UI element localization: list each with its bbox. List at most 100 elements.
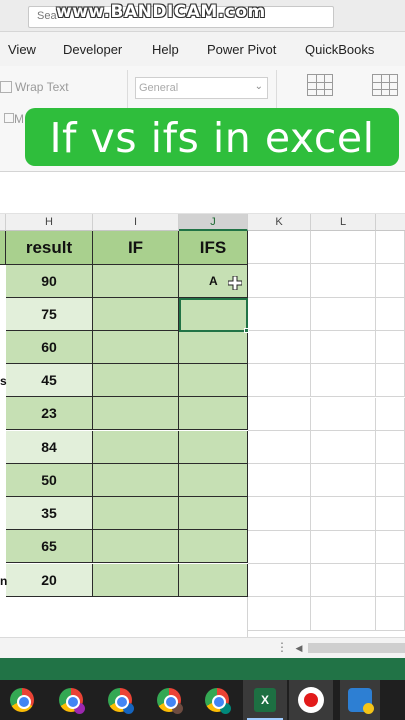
app-icon[interactable] [348, 688, 374, 714]
empty-cell[interactable] [248, 297, 311, 331]
empty-cell[interactable] [376, 597, 405, 631]
result-cell[interactable]: 35 [6, 497, 93, 530]
chrome-profile-icon[interactable] [157, 688, 183, 714]
empty-cell[interactable] [248, 397, 311, 431]
empty-cell[interactable] [376, 297, 405, 331]
empty-cell[interactable] [248, 464, 311, 498]
empty-cell[interactable] [0, 597, 248, 637]
chrome-profile-icon[interactable] [59, 688, 85, 714]
result-cell[interactable]: 90 [6, 265, 93, 298]
empty-cell[interactable] [376, 464, 405, 498]
bandicam-record-icon[interactable] [298, 687, 324, 713]
empty-cell[interactable] [311, 231, 376, 265]
column-header-i[interactable]: I [93, 214, 179, 231]
fill-handle[interactable] [244, 328, 249, 333]
empty-cell[interactable] [248, 264, 311, 298]
merge-icon[interactable] [4, 113, 14, 123]
empty-cell[interactable] [248, 597, 311, 631]
horizontal-scrollbar[interactable]: ⋮ ◀ [0, 637, 405, 658]
empty-cell[interactable] [311, 530, 376, 564]
ifs-cell[interactable] [179, 530, 248, 563]
empty-cell[interactable] [248, 530, 311, 564]
empty-cell[interactable] [376, 497, 405, 531]
empty-cell[interactable] [311, 297, 376, 331]
if-cell[interactable] [93, 530, 179, 563]
empty-cell[interactable] [311, 330, 376, 365]
number-format-select[interactable]: General ⌄ [135, 77, 268, 99]
result-cell[interactable]: 20 [6, 564, 93, 597]
result-cell[interactable]: 65 [6, 530, 93, 563]
column-header-h[interactable]: H [6, 214, 93, 231]
chrome-profile-icon[interactable] [108, 688, 134, 714]
formula-bar[interactable] [0, 172, 405, 214]
ifs-cell[interactable] [179, 397, 248, 430]
empty-cell[interactable] [376, 231, 405, 265]
if-cell[interactable] [93, 265, 179, 298]
active-cell-selection[interactable] [179, 298, 248, 332]
format-as-table-icon[interactable] [372, 74, 398, 96]
empty-cell[interactable] [248, 430, 311, 465]
scroll-left-icon[interactable]: ◀ [292, 641, 306, 655]
empty-cell[interactable] [248, 497, 311, 531]
empty-cell[interactable] [376, 530, 405, 564]
if-cell[interactable] [93, 431, 179, 464]
empty-cell[interactable] [376, 330, 405, 365]
empty-cell[interactable] [311, 464, 376, 498]
empty-cell[interactable] [376, 397, 405, 431]
empty-cell[interactable] [311, 264, 376, 298]
excel-icon[interactable]: X [254, 688, 276, 712]
empty-cell[interactable] [311, 430, 376, 465]
if-cell[interactable] [93, 464, 179, 497]
empty-cell[interactable] [376, 364, 405, 398]
ifs-cell[interactable] [179, 431, 248, 464]
title-bar: Sea www.BANDICAM.com [0, 0, 405, 32]
empty-cell[interactable] [311, 364, 376, 398]
column-header-l[interactable]: L [311, 214, 376, 231]
empty-cell[interactable] [376, 564, 405, 598]
result-cell[interactable]: 50 [6, 464, 93, 497]
empty-cell[interactable] [311, 564, 376, 598]
conditional-formatting-icon[interactable] [307, 74, 333, 96]
empty-cell[interactable] [248, 330, 311, 365]
more-options-icon[interactable]: ⋮ [276, 640, 288, 654]
if-cell[interactable] [93, 331, 179, 364]
column-header-j[interactable]: J [179, 214, 248, 231]
tab-power-pivot[interactable]: Power Pivot [207, 42, 276, 57]
ifs-cell[interactable] [179, 364, 248, 397]
empty-cell[interactable] [311, 597, 376, 631]
empty-cell[interactable] [248, 564, 311, 598]
scroll-thumb[interactable] [308, 643, 405, 653]
empty-cell[interactable] [376, 264, 405, 298]
result-cell[interactable]: 84 [6, 431, 93, 464]
wrap-text-button[interactable]: Wrap Text [0, 80, 69, 94]
if-cell[interactable] [93, 397, 179, 430]
header-cell-ifs[interactable]: IFS [179, 231, 248, 265]
result-cell[interactable]: 75 [6, 298, 93, 331]
ifs-cell[interactable] [179, 464, 248, 497]
result-cell[interactable]: 23 [6, 397, 93, 430]
tab-help[interactable]: Help [152, 42, 179, 57]
empty-cell[interactable] [311, 397, 376, 431]
if-cell[interactable] [93, 497, 179, 530]
tab-developer[interactable]: Developer [63, 42, 122, 57]
result-cell[interactable]: 45 [6, 364, 93, 397]
chrome-profile-icon[interactable] [205, 688, 231, 714]
column-header-m[interactable] [376, 214, 405, 231]
ifs-cell[interactable] [179, 497, 248, 530]
result-cell[interactable]: 60 [6, 331, 93, 364]
chrome-icon[interactable] [10, 688, 34, 712]
header-cell-if[interactable]: IF [93, 231, 179, 265]
ifs-cell[interactable] [179, 564, 248, 597]
empty-cell[interactable] [311, 497, 376, 531]
empty-cell[interactable] [248, 231, 311, 265]
ifs-cell[interactable] [179, 331, 248, 364]
tab-view[interactable]: View [8, 42, 36, 57]
header-cell-result[interactable]: result [6, 231, 93, 265]
if-cell[interactable] [93, 364, 179, 397]
column-header-k[interactable]: K [248, 214, 311, 231]
tab-quickbooks[interactable]: QuickBooks [305, 42, 374, 57]
if-cell[interactable] [93, 298, 179, 331]
empty-cell[interactable] [248, 364, 311, 398]
empty-cell[interactable] [376, 430, 405, 465]
if-cell[interactable] [93, 564, 179, 597]
